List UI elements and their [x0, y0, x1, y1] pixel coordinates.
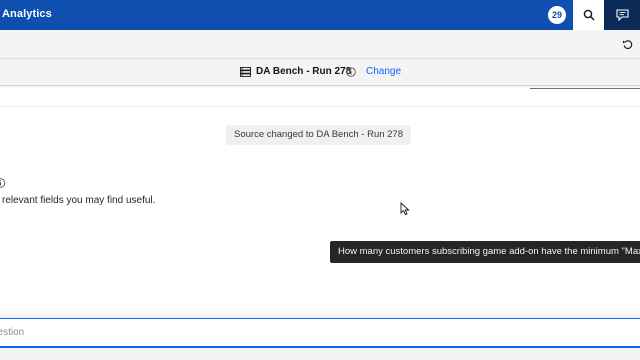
analytics-assistant-page: Analytics 29 DA Bench - Run 278 Change S… [0, 0, 640, 360]
chat-icon [615, 9, 629, 21]
input-area-background [0, 306, 640, 318]
section-divider [0, 106, 640, 107]
notification-badge[interactable]: 29 [548, 6, 566, 24]
toolbar [0, 30, 640, 59]
info-icon [0, 178, 6, 188]
app-title: Analytics [2, 8, 52, 20]
question-input[interactable] [0, 318, 640, 348]
mouse-cursor-icon [400, 202, 410, 216]
source-name: DA Bench - Run 278 [256, 66, 352, 77]
reset-button[interactable] [619, 37, 635, 51]
system-message: Source changed to DA Bench - Run 278 [226, 125, 412, 145]
footer-strip [0, 348, 640, 360]
reset-icon [622, 39, 632, 49]
search-button[interactable] [573, 0, 604, 30]
divider-line [530, 88, 640, 89]
database-icon [240, 67, 251, 77]
change-source-link[interactable]: Change [366, 66, 401, 77]
search-icon [583, 9, 595, 21]
top-header: Analytics 29 [0, 0, 640, 30]
suggestion-tooltip: How many customers subscribing game add-… [330, 241, 640, 263]
chat-button[interactable] [604, 0, 640, 30]
assistant-message-text: relevant fields you may find useful. [2, 195, 156, 206]
source-bar: DA Bench - Run 278 Change [0, 59, 640, 86]
info-icon[interactable] [346, 67, 356, 77]
